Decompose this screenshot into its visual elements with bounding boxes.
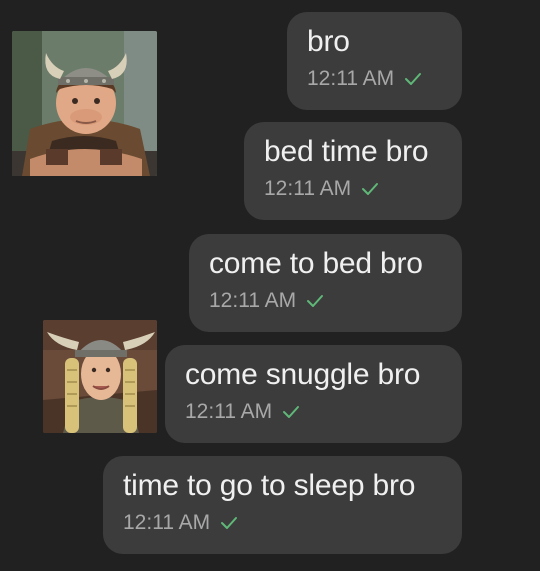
check-icon bbox=[405, 73, 422, 85]
check-icon bbox=[307, 295, 324, 307]
message-timestamp: 12:11 AM bbox=[123, 511, 211, 534]
message-text: bed time bro bbox=[264, 135, 429, 168]
message-meta: 12:11 AM bbox=[185, 399, 442, 425]
message-text: bro bbox=[307, 25, 350, 58]
viking-sticker-2[interactable] bbox=[43, 320, 157, 433]
message-text: come to bed bro bbox=[209, 247, 423, 280]
chat-conversation: bro 12:11 AM bed time bro 12:11 AM come … bbox=[0, 0, 540, 571]
message-timestamp: 12:11 AM bbox=[307, 67, 395, 90]
message-timestamp: 12:11 AM bbox=[185, 400, 273, 423]
message-meta: 12:11 AM bbox=[209, 288, 442, 314]
message-bubble[interactable]: come to bed bro 12:11 AM bbox=[189, 234, 462, 332]
message-bubble[interactable]: bro 12:11 AM bbox=[287, 12, 462, 110]
check-icon bbox=[283, 406, 300, 418]
message-text: come snuggle bro bbox=[185, 358, 421, 391]
viking-sticker-1[interactable] bbox=[12, 31, 157, 176]
message-meta: 12:11 AM bbox=[123, 510, 442, 536]
message-bubble[interactable]: time to go to sleep bro 12:11 AM bbox=[103, 456, 462, 554]
message-timestamp: 12:11 AM bbox=[209, 289, 297, 312]
message-timestamp: 12:11 AM bbox=[264, 177, 352, 200]
message-meta: 12:11 AM bbox=[307, 66, 442, 92]
message-bubble[interactable]: come snuggle bro 12:11 AM bbox=[165, 345, 462, 443]
check-icon bbox=[362, 183, 379, 195]
message-meta: 12:11 AM bbox=[264, 176, 442, 202]
message-bubble[interactable]: bed time bro 12:11 AM bbox=[244, 122, 462, 220]
message-text: time to go to sleep bro bbox=[123, 469, 416, 502]
check-icon bbox=[221, 517, 238, 529]
